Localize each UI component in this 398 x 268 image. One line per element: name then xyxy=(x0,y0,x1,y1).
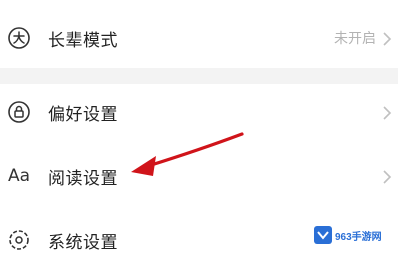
red-arrow-annotation xyxy=(131,132,244,176)
watermark: 963手游网 xyxy=(312,224,394,246)
watermark-text: 963手游网 xyxy=(335,231,382,243)
watermark-logo-icon xyxy=(314,226,332,244)
